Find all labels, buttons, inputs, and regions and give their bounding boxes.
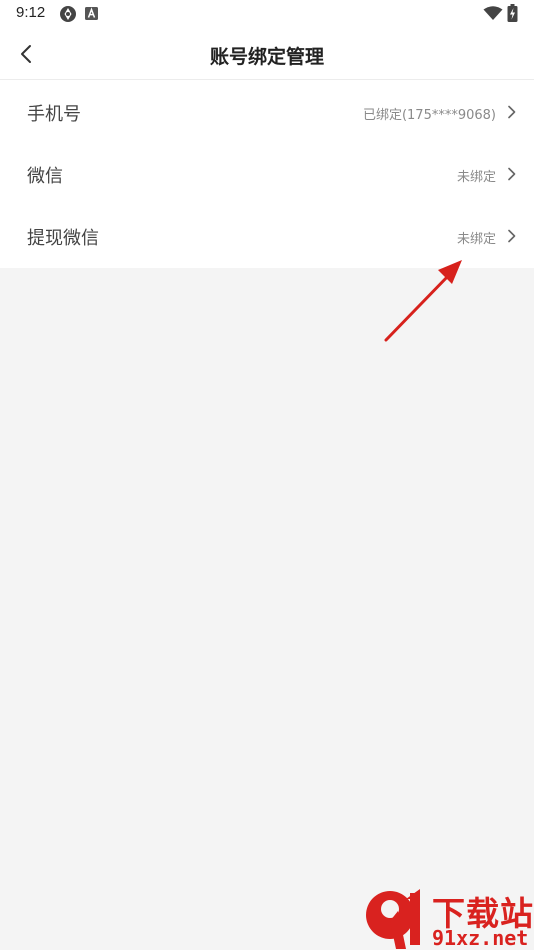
row-status: 已绑定(175****9068) <box>362 108 496 123</box>
status-time: 9:12 <box>16 4 46 21</box>
row-status: 未绑定 <box>456 170 496 185</box>
red-arrow-icon <box>384 260 462 342</box>
status-bar: 9:12 <box>0 0 534 28</box>
chevron-right-icon <box>508 229 516 243</box>
phone-binding-row[interactable]: 手机号 已绑定(175****9068) <box>0 81 534 143</box>
nav-bar: 账号绑定管理 <box>0 28 534 80</box>
battery-charging-icon <box>507 4 518 22</box>
sync-icon <box>60 6 76 22</box>
wifi-icon <box>483 6 503 20</box>
row-label: 手机号 <box>27 104 81 125</box>
watermark-url: 91xz.net <box>432 926 529 950</box>
wechat-binding-row[interactable]: 微信 未绑定 <box>0 143 534 205</box>
chevron-right-icon <box>508 105 516 119</box>
watermark-logo-icon <box>366 889 420 949</box>
a-badge-icon <box>85 7 98 20</box>
page-title: 账号绑定管理 <box>209 46 324 68</box>
binding-list: 手机号 已绑定(175****9068) 微信 未绑定 提现微信 未绑定 <box>0 81 534 267</box>
chevron-right-icon <box>508 167 516 181</box>
row-label: 微信 <box>27 166 63 187</box>
row-label: 提现微信 <box>27 228 99 249</box>
watermark: 下载站 91xz.net <box>362 885 534 950</box>
row-status: 未绑定 <box>456 232 496 247</box>
